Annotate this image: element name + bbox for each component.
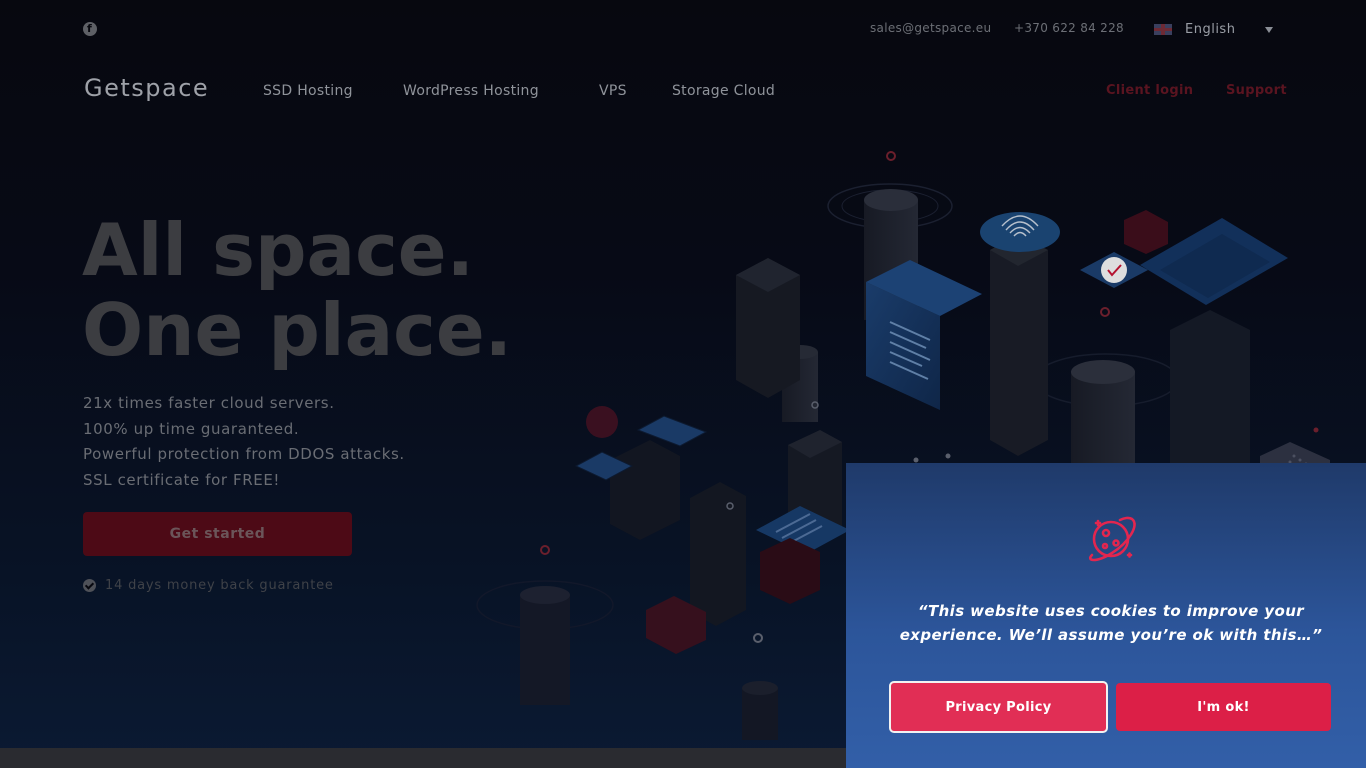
- chevron-down-icon: [1265, 27, 1273, 33]
- hero-feature-list: 21x times faster cloud servers. 100% up …: [83, 391, 503, 493]
- support-link[interactable]: Support: [1226, 83, 1287, 98]
- contact-phone[interactable]: +370 622 84 228: [1014, 21, 1124, 35]
- hero-title: All space. One place.: [82, 210, 582, 370]
- privacy-policy-button[interactable]: Privacy Policy: [889, 681, 1108, 733]
- hero-title-line-1: All space.: [82, 208, 474, 292]
- language-selector[interactable]: English: [1154, 20, 1276, 40]
- check-circle-icon: [83, 579, 96, 592]
- hero-feature: 21x times faster cloud servers.: [83, 394, 335, 412]
- uk-flag-icon: [1154, 24, 1172, 35]
- client-login-link[interactable]: Client login: [1106, 83, 1193, 98]
- cookie-message: “This website uses cookies to improve yo…: [899, 602, 1323, 644]
- guarantee-label: 14 days money back guarantee: [105, 578, 334, 593]
- get-started-button[interactable]: Get started: [83, 512, 352, 556]
- hero-feature: SSL certificate for FREE!: [83, 470, 281, 489]
- cookie-consent-panel: “This website uses cookies to improve yo…: [846, 463, 1366, 768]
- page-background: sales@getspace.eu +370 622 84 228 Englis…: [0, 0, 1366, 768]
- top-bar: sales@getspace.eu +370 622 84 228 Englis…: [0, 0, 1366, 58]
- facebook-icon[interactable]: [83, 22, 97, 36]
- site-logo[interactable]: Getspace: [84, 74, 209, 102]
- nav-vps[interactable]: VPS: [599, 83, 627, 99]
- language-label: English: [1185, 22, 1236, 37]
- contact-email[interactable]: sales@getspace.eu: [870, 21, 991, 35]
- hero-title-line-2: One place.: [82, 288, 513, 372]
- planet-icon: [1089, 516, 1136, 562]
- nav-ssd-hosting[interactable]: SSD Hosting: [263, 83, 353, 99]
- nav-storage-cloud[interactable]: Storage Cloud: [672, 83, 775, 99]
- accept-cookies-button[interactable]: I'm ok!: [1116, 683, 1331, 731]
- hero-feature: Powerful protection from DDOS attacks.: [83, 445, 405, 463]
- hero-feature: 100% up time guaranteed.: [83, 419, 300, 438]
- nav-wordpress-hosting[interactable]: WordPress Hosting: [403, 83, 539, 99]
